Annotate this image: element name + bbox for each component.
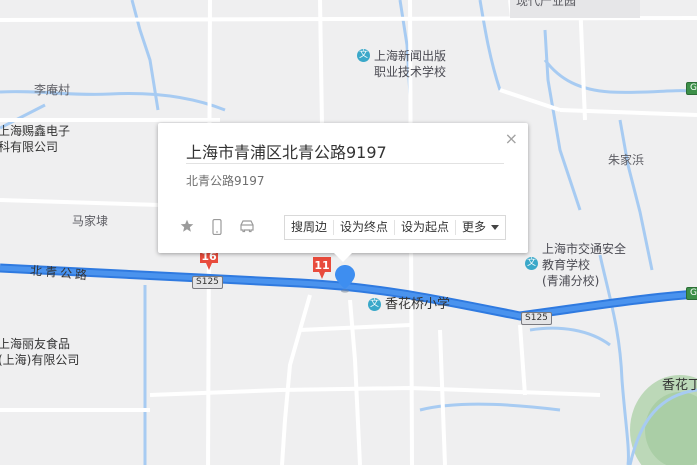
- label-xiang-hua: 香花丁: [662, 378, 697, 393]
- school-icon: 文: [357, 49, 370, 62]
- label-zhu-jia-bang: 朱家浜: [608, 153, 645, 167]
- more-button-label: 更多: [462, 220, 487, 234]
- label-li-an-cun: 李庵村: [34, 83, 71, 97]
- more-button[interactable]: 更多: [456, 220, 505, 235]
- popup-address: 北青公路9197: [186, 174, 265, 188]
- set-as-origin-button[interactable]: 设为起点: [395, 220, 457, 235]
- location-info-popup: 上海市青浦区北青公路9197 北青公路9197 × 搜周边 设为终点 设为起点 …: [158, 123, 528, 262]
- label-company1-line2: 科有限公司: [0, 140, 59, 154]
- marker-number: 11: [314, 259, 330, 272]
- school-icon: 文: [525, 257, 538, 270]
- map-canvas[interactable]: 现代产业园 李庵村 上海赐鑫电子 科有限公司 马家埭 朱家浜 北青公路 上海丽友…: [0, 0, 697, 465]
- poi-school1-line2: 职业技术学校: [374, 65, 447, 79]
- route-shield-g: G: [686, 82, 697, 95]
- popup-divider: [186, 163, 504, 164]
- result-marker-11[interactable]: 11: [311, 257, 333, 281]
- route-shield-s125: S125: [192, 276, 223, 289]
- car-icon[interactable]: [238, 219, 256, 239]
- poi-traffic-safety-school[interactable]: 文 上海市交通安全 教育学校 (青浦分校): [525, 241, 626, 289]
- school-icon: 文: [368, 298, 381, 311]
- label-ma-jia-dai: 马家埭: [72, 214, 109, 228]
- poi-school1-line1: 上海新闻出版: [374, 49, 447, 63]
- close-icon[interactable]: ×: [505, 129, 518, 148]
- search-nearby-button[interactable]: 搜周边: [285, 220, 335, 235]
- label-company2-line1: 上海丽友食品: [0, 337, 71, 351]
- route-shield-g: G: [686, 287, 697, 300]
- poi-school3-label: 香花桥小学: [385, 297, 451, 312]
- poi-school2-line1: 上海市交通安全: [542, 242, 627, 256]
- set-as-destination-button[interactable]: 设为终点: [334, 220, 396, 235]
- popup-pointer: [334, 253, 352, 262]
- popup-icon-row: [178, 218, 256, 239]
- chevron-down-icon: [491, 225, 500, 230]
- label-industrial-park: 现代产业园: [516, 0, 577, 8]
- star-icon[interactable]: [178, 219, 196, 239]
- poi-school2-line3: (青浦分校): [542, 274, 600, 288]
- label-company2-line2: (上海)有限公司: [0, 353, 80, 367]
- label-company1-line1: 上海赐鑫电子: [0, 124, 71, 138]
- poi-xianghuaqiao-primary-school[interactable]: 文 香花桥小学: [368, 297, 450, 313]
- route-shield-s125: S125: [521, 312, 552, 325]
- popup-action-bar: 搜周边 设为终点 设为起点 更多: [284, 215, 507, 240]
- location-pin-icon[interactable]: [335, 265, 355, 293]
- poi-news-publishing-school[interactable]: 文 上海新闻出版 职业技术学校: [357, 48, 446, 80]
- popup-title: 上海市青浦区北青公路9197: [186, 143, 387, 162]
- poi-school2-line2: 教育学校: [542, 258, 591, 272]
- phone-icon[interactable]: [208, 218, 226, 239]
